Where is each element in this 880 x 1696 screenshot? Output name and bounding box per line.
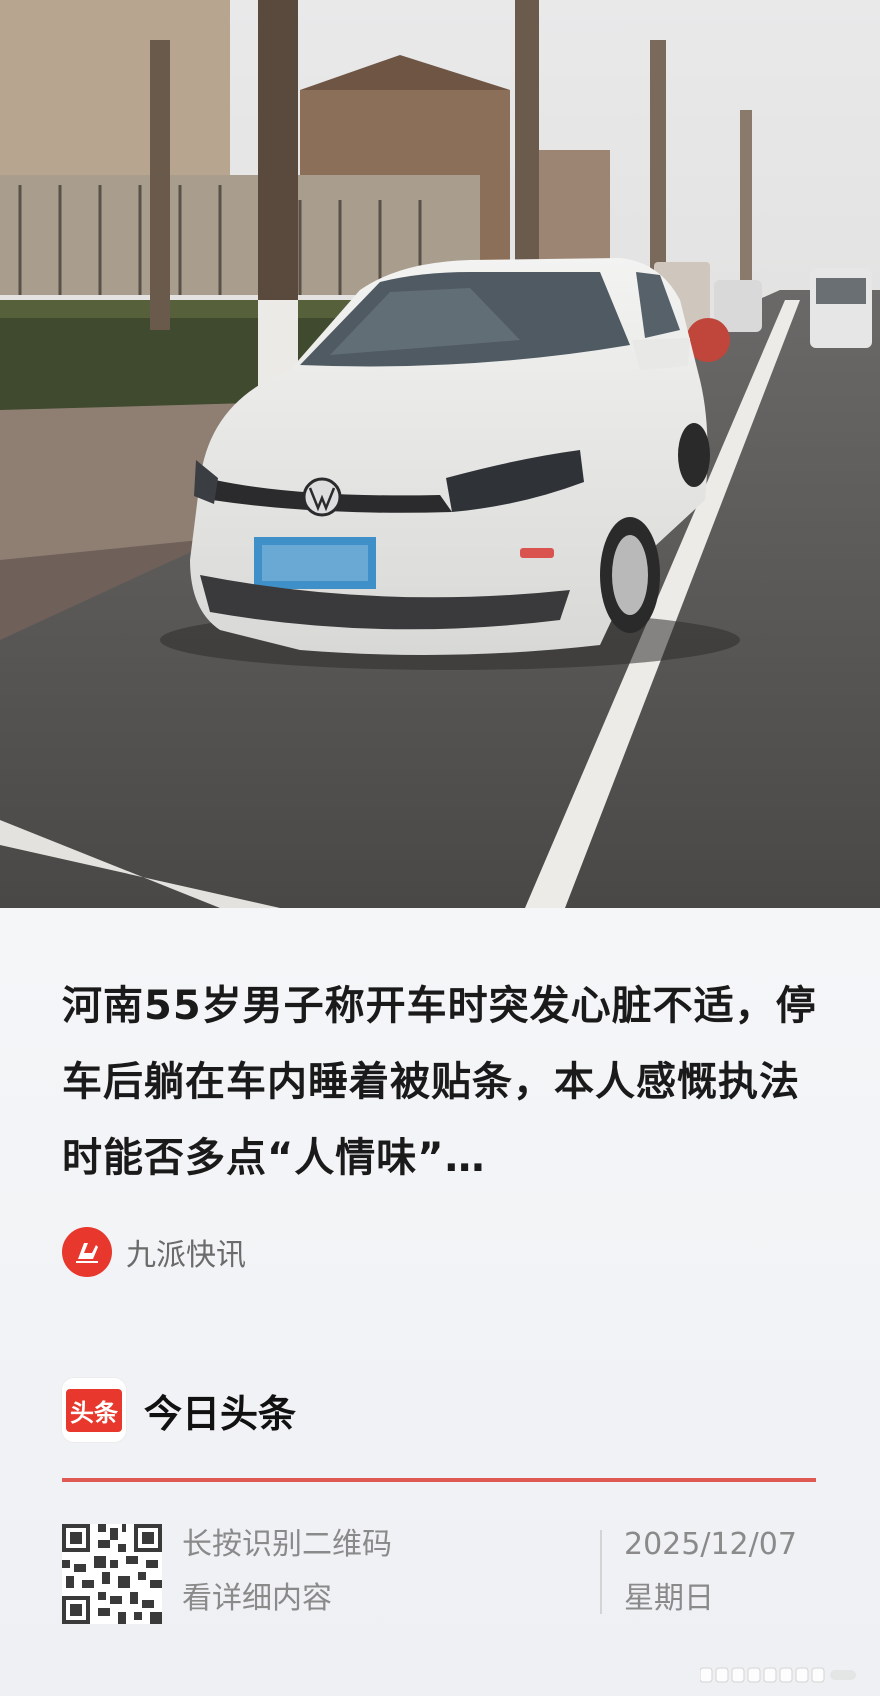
toutiao-logo-icon: 头条 <box>62 1378 126 1442</box>
publish-date: 2025/12/07 星期日 <box>624 1518 797 1626</box>
date-text: 2025/12/07 <box>624 1527 797 1562</box>
article-cover-photo[interactable] <box>0 0 880 908</box>
toutiao-brand: 头条 今日头条 <box>62 1378 296 1442</box>
footer-divider <box>600 1530 602 1614</box>
qr-hint-line1: 长按识别二维码 <box>182 1527 392 1562</box>
gesture-indicator-icon <box>700 1667 856 1683</box>
jiupai-logo-icon <box>62 1227 112 1277</box>
qr-code-icon[interactable] <box>62 1524 162 1624</box>
brand-divider <box>62 1478 816 1482</box>
source-name: 九派快讯 <box>126 1238 246 1273</box>
article-headline[interactable]: 河南55岁男子称开车时突发心脏不适，停车后躺在车内睡着被贴条，本人感慨执法时能否… <box>62 968 822 1196</box>
brand-badge-text: 头条 <box>66 1388 122 1432</box>
article-source[interactable]: 九派快讯 <box>62 1226 246 1278</box>
article-card[interactable]: 河南55岁男子称开车时突发心脏不适，停车后躺在车内睡着被贴条，本人感慨执法时能否… <box>0 908 880 1696</box>
brand-name: 今日头条 <box>144 1391 297 1436</box>
weekday-text: 星期日 <box>624 1581 714 1616</box>
qr-hint: 长按识别二维码 看详细内容 <box>182 1518 392 1626</box>
share-footer: 长按识别二维码 看详细内容 2025/12/07 星期日 <box>62 1518 816 1626</box>
qr-hint-line2: 看详细内容 <box>182 1581 332 1616</box>
